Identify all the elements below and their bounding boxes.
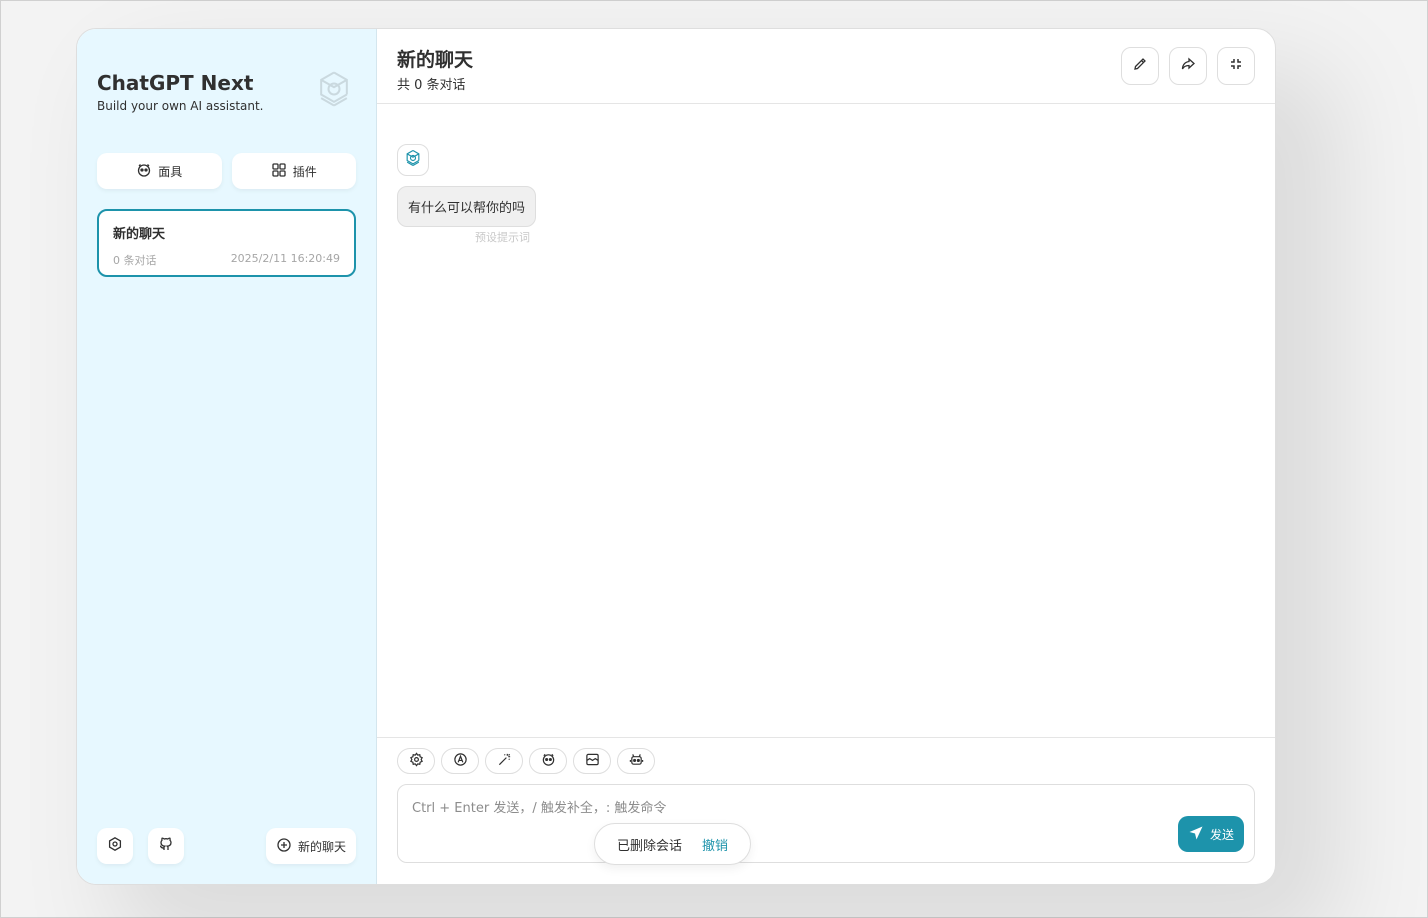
theme-auto-icon [453,752,468,771]
undo-button[interactable]: 撤销 [702,835,728,854]
assistant-avatar [397,144,429,176]
edit-title-button[interactable] [1121,47,1159,85]
prompt-hints-button[interactable] [485,748,523,774]
sidebar-header: ChatGPT Next Build your own AI assistant… [97,49,356,133]
sidebar: ChatGPT Next Build your own AI assistant… [77,29,377,884]
chat-item-meta: 0 条对话 2025/2/11 16:20:49 [113,252,340,268]
openai-logo-icon [312,67,356,115]
sidebar-actions: 面具 插件 [97,153,356,189]
new-chat-button[interactable]: 新的聊天 [265,828,356,864]
chat-list-item[interactable]: 新的聊天 0 条对话 2025/2/11 16:20:49 [97,209,356,277]
sidebar-tail: 新的聊天 [97,828,356,864]
share-button[interactable] [1169,47,1207,85]
prompt-magic-icon [497,752,512,771]
clear-context-button[interactable] [573,748,611,774]
chat-main: 新的聊天 共 0 条对话 有什么可以帮你的吗 预设提示词 Ctrl + Ente… [377,29,1275,884]
send-button[interactable]: 发送 [1177,816,1244,852]
model-select-button[interactable] [617,748,655,774]
chat-item-title: 新的聊天 [113,227,166,242]
message-bubble: 有什么可以帮你的吗 [397,186,537,227]
chat-header: 新的聊天 共 0 条对话 [377,29,1275,104]
toast: 已删除会话 撤销 [594,823,752,865]
github-icon [158,836,174,856]
openai-logo-icon [403,148,423,172]
chat-input-box: 发送 [397,784,1255,863]
masks-tool-button[interactable] [529,748,567,774]
message-meta: 预设提示词 [475,231,530,244]
fullscreen-icon [1228,56,1244,76]
mask-icon [541,752,556,771]
new-chat-label: 新的聊天 [297,839,346,854]
send-icon [1188,825,1204,844]
edit-icon [1132,56,1148,76]
header-actions [1121,47,1255,85]
plugins-button[interactable]: 插件 [231,153,356,189]
settings-button[interactable] [97,828,133,864]
mask-icon [136,162,152,181]
app-window: ChatGPT Next Build your own AI assistant… [76,28,1276,885]
theme-toggle-button[interactable] [441,748,479,774]
masks-button-label: 面具 [158,164,183,179]
plugins-grid-icon [271,162,287,181]
chat-input[interactable] [412,797,1240,847]
settings-icon [409,751,424,771]
send-button-label: 发送 [1209,827,1234,842]
chat-item-time: 2025/2/11 16:20:49 [230,252,340,265]
share-icon [1180,56,1196,76]
assistant-message: 有什么可以帮你的吗 预设提示词 [397,144,1255,245]
chat-settings-button[interactable] [397,748,435,774]
add-circle-icon [276,837,292,856]
chat-body: 有什么可以帮你的吗 预设提示词 [377,104,1275,737]
plugins-button-label: 插件 [292,164,317,179]
toast-message: 已删除会话 [617,838,683,854]
robot-icon [629,752,644,771]
context-icon [585,752,600,771]
chat-toolbar [397,748,1255,774]
settings-icon [107,836,123,856]
fullscreen-button[interactable] [1217,47,1255,85]
masks-button[interactable]: 面具 [97,153,222,189]
github-button[interactable] [148,828,184,864]
chat-item-count: 0 条对话 [113,254,157,267]
input-panel: 发送 已删除会话 撤销 [377,737,1275,884]
